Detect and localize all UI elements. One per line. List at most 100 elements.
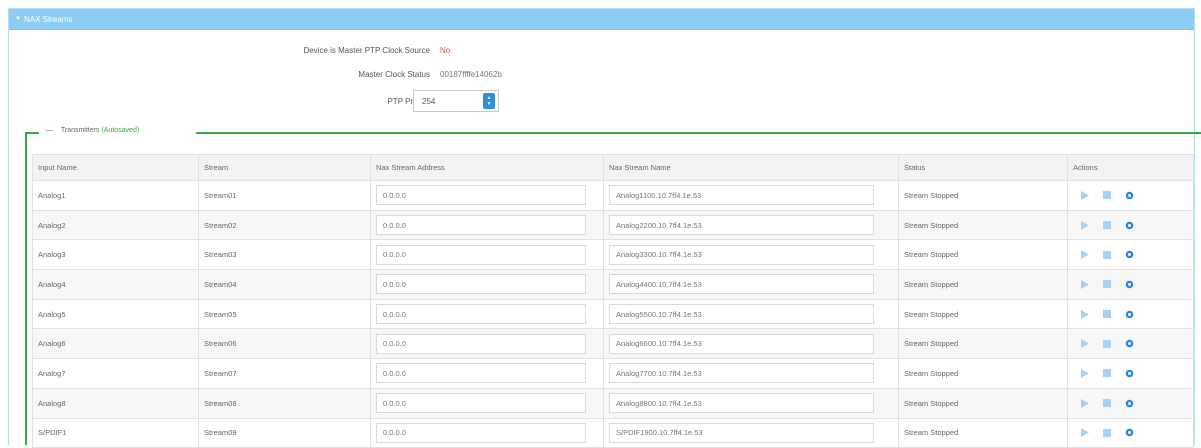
stream-address-input[interactable]	[376, 215, 586, 236]
stream-name-input[interactable]	[609, 274, 874, 295]
stream-name-cell	[603, 239, 899, 271]
panel-header[interactable]: ▼ NAX Streams	[9, 9, 1194, 30]
spin-down-icon[interactable]: ▼	[487, 101, 492, 107]
input-name-cell: Analog3	[32, 239, 199, 271]
status-cell: Stream Stopped	[898, 239, 1068, 271]
stream-address-input[interactable]	[376, 274, 586, 295]
stream-address-input[interactable]	[376, 363, 586, 384]
actions-cell	[1067, 328, 1194, 360]
play-icon[interactable]	[1081, 309, 1089, 319]
table-row: Analog2Stream02 Stream Stopped	[32, 209, 1194, 241]
input-name-cell: Analog5	[32, 298, 199, 330]
stream-address-input[interactable]	[376, 333, 586, 354]
gear-icon[interactable]	[1125, 339, 1134, 348]
stop-icon[interactable]	[1103, 191, 1111, 200]
collapse-minus-icon[interactable]: —	[46, 127, 53, 134]
transmitters-title: Transmitters	[60, 127, 100, 134]
actions-cell	[1067, 358, 1194, 389]
play-icon[interactable]	[1081, 279, 1089, 289]
stream-name-cell	[603, 298, 899, 330]
play-icon[interactable]	[1081, 368, 1089, 378]
master-row: Device is Master PTP Clock Source No	[240, 46, 450, 55]
gear-icon[interactable]	[1125, 280, 1134, 289]
stream-name-input[interactable]	[609, 304, 874, 325]
clock-status-label: Master Clock Status	[358, 70, 430, 79]
gear-icon[interactable]	[1125, 221, 1134, 230]
stream-address-cell	[370, 387, 604, 419]
actions-cell	[1067, 298, 1194, 330]
stream-name-cell	[603, 358, 899, 389]
stream-cell: Stream03	[198, 239, 371, 271]
status-cell: Stream Stopped	[898, 209, 1068, 241]
input-name-cell: Analog4	[32, 269, 199, 300]
stream-address-input[interactable]	[376, 393, 586, 414]
stream-address-cell	[370, 328, 604, 360]
play-icon[interactable]	[1081, 428, 1089, 438]
stream-cell: Stream06	[198, 328, 371, 360]
stop-icon[interactable]	[1103, 428, 1111, 437]
spin-buttons[interactable]: ▲ ▼	[483, 93, 495, 109]
stream-name-cell	[603, 209, 899, 241]
stream-name-input[interactable]	[609, 185, 874, 206]
stream-name-input[interactable]	[609, 393, 874, 414]
stop-icon[interactable]	[1103, 280, 1111, 289]
stop-icon[interactable]	[1103, 369, 1111, 378]
stream-address-input[interactable]	[376, 185, 586, 206]
stream-name-input[interactable]	[609, 422, 874, 443]
play-icon[interactable]	[1081, 339, 1089, 349]
stream-cell: Stream04	[198, 269, 371, 300]
stream-name-cell	[603, 328, 899, 360]
stream-address-cell	[370, 180, 604, 211]
stream-cell: Stream01	[198, 180, 371, 211]
stream-cell: Stream08	[198, 387, 371, 419]
gear-icon[interactable]	[1125, 399, 1134, 408]
play-icon[interactable]	[1081, 250, 1089, 260]
transmitters-legend[interactable]: — Transmitters (Autosaved)	[40, 127, 146, 134]
actions-cell	[1067, 417, 1194, 448]
play-icon[interactable]	[1081, 220, 1089, 230]
column-header: Actions	[1067, 154, 1194, 181]
play-icon[interactable]	[1081, 398, 1089, 408]
stream-name-input[interactable]	[609, 333, 874, 354]
stream-cell: Stream05	[198, 298, 371, 330]
play-icon[interactable]	[1081, 190, 1089, 200]
status-cell: Stream Stopped	[898, 358, 1068, 389]
stream-name-input[interactable]	[609, 215, 874, 236]
stream-address-cell	[370, 298, 604, 330]
stream-address-input[interactable]	[376, 304, 586, 325]
stream-name-input[interactable]	[609, 363, 874, 384]
status-cell: Stream Stopped	[898, 328, 1068, 360]
actions-cell	[1067, 387, 1194, 419]
stream-name-cell	[603, 387, 899, 419]
stop-icon[interactable]	[1103, 339, 1111, 348]
table-row: Analog4Stream04 Stream Stopped	[32, 269, 1194, 300]
table-row: S/PDIF1Stream09 Stream Stopped	[32, 417, 1194, 448]
stream-name-input[interactable]	[609, 244, 874, 265]
actions-cell	[1067, 269, 1194, 300]
caret-down-icon[interactable]: ▼	[15, 16, 21, 22]
column-header: Stream	[198, 154, 371, 181]
table-row: Analog8Stream08 Stream Stopped	[32, 387, 1194, 419]
table-row: Analog7Stream07 Stream Stopped	[32, 358, 1194, 389]
table-header-row: Input Name Stream Nax Stream Address Nax…	[32, 154, 1194, 181]
stream-name-cell	[603, 180, 899, 211]
autosaved-label: (Autosaved)	[101, 127, 140, 134]
stream-name-cell	[603, 269, 899, 300]
stop-icon[interactable]	[1103, 310, 1111, 319]
gear-icon[interactable]	[1125, 310, 1134, 319]
ptp-priority-label: PTP Priority	[387, 97, 430, 106]
ptp-priority-input[interactable]	[414, 91, 482, 111]
stop-icon[interactable]	[1103, 250, 1111, 259]
gear-icon[interactable]	[1125, 191, 1134, 200]
panel-title: NAX Streams	[23, 14, 73, 24]
gear-icon[interactable]	[1125, 428, 1134, 437]
ptp-priority-row: PTP Priority	[240, 97, 440, 106]
gear-icon[interactable]	[1125, 250, 1134, 259]
stream-address-input[interactable]	[376, 244, 586, 265]
gear-icon[interactable]	[1125, 369, 1134, 378]
stop-icon[interactable]	[1103, 221, 1111, 230]
stream-address-input[interactable]	[376, 422, 586, 443]
ptp-priority-stepper[interactable]: ▲ ▼	[413, 90, 499, 112]
stop-icon[interactable]	[1103, 399, 1111, 408]
input-name-cell: Analog6	[32, 328, 199, 360]
